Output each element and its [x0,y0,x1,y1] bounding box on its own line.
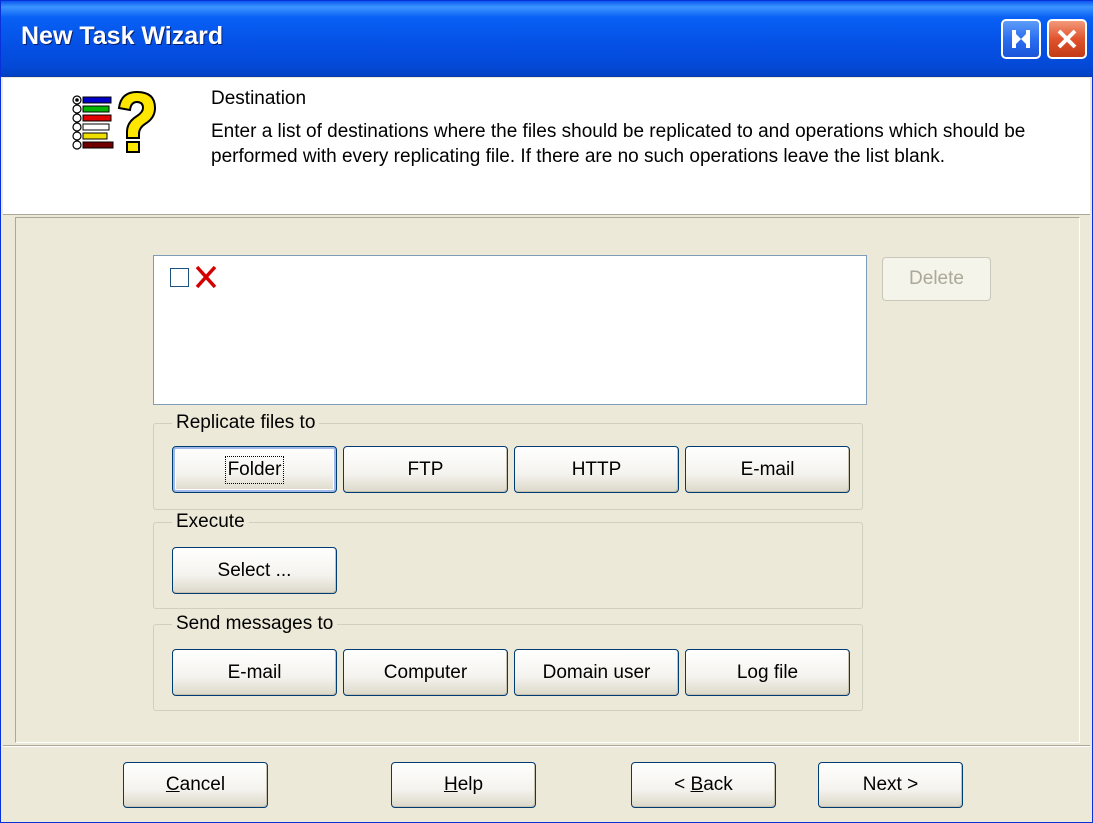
replicate-email-button-label: E-mail [740,458,795,480]
window-title: New Task Wizard [21,22,224,50]
close-icon [1057,29,1077,49]
destination-list[interactable] [153,255,867,405]
red-x-icon [195,265,217,289]
help-button-label: Help [443,774,484,795]
page-title: Destination [211,88,307,109]
help-button[interactable]: Help [391,762,536,808]
select-button[interactable]: Select ... [172,547,337,594]
http-button[interactable]: HTTP [514,446,679,493]
next-button-label: Next > [862,774,919,795]
computer-button[interactable]: Computer [343,649,508,696]
ftp-button-label: FTP [407,458,444,480]
domain-user-button-label: Domain user [542,661,651,683]
message-email-button-label: E-mail [227,661,282,683]
title-bar[interactable]: New Task Wizard [1,1,1093,77]
computer-button-label: Computer [383,661,468,683]
back-button[interactable]: < Back [631,762,776,808]
footer-divider [3,745,1090,747]
execute-label: Execute [172,511,249,533]
wizard-header: Destination Enter a list of destinations… [3,78,1090,215]
page-description: Enter a list of destinations where the f… [211,121,1026,167]
back-button-label: < Back [674,774,733,795]
list-item[interactable] [170,264,219,290]
delete-button[interactable]: Delete [882,257,991,301]
restore-icon [1012,30,1030,48]
send-messages-label: Send messages to [172,613,338,635]
replicate-files-label: Replicate files to [172,412,320,434]
delete-button-label: Delete [909,268,964,289]
http-button-label: HTTP [571,458,622,480]
next-button[interactable]: Next > [818,762,963,808]
task-list-question-icon [72,90,157,153]
domain-user-button[interactable]: Domain user [514,649,679,696]
log-file-button-label: Log file [736,661,799,683]
folder-button-label: Folder [224,455,285,484]
wizard-window: New Task Wizard Destination Enter a list… [0,0,1093,823]
replicate-email-button[interactable]: E-mail [685,446,850,493]
cancel-button-label: Cancel [165,774,226,795]
close-button[interactable] [1047,19,1087,59]
restore-button[interactable] [1001,19,1041,59]
list-item-checkbox[interactable] [170,267,189,287]
select-button-label: Select ... [217,559,292,581]
cancel-button[interactable]: Cancel [123,762,268,808]
ftp-button[interactable]: FTP [343,446,508,493]
folder-button[interactable]: Folder [172,446,337,493]
message-email-button[interactable]: E-mail [172,649,337,696]
log-file-button[interactable]: Log file [685,649,850,696]
